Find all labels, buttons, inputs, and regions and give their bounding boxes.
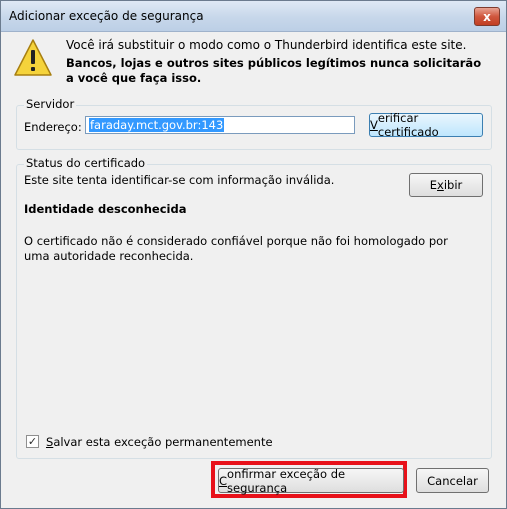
confirm-label-rest: onfirmar exceção de segurança (227, 466, 346, 495)
server-group-label: Servidor (24, 97, 77, 111)
cancel-button[interactable]: Cancelar (416, 468, 489, 493)
view-label-accel: x (437, 178, 444, 192)
certificate-description: O certificado não é considerado confiáve… (24, 234, 448, 263)
view-certificate-button[interactable]: Ex ibir (409, 173, 483, 197)
permanent-label-rest: alvar esta exceção permanentemente (53, 435, 273, 449)
verify-certificate-button[interactable]: Verificar certificado (369, 111, 483, 139)
permanent-exception-label[interactable]: Salvar esta exceção permanentemente (46, 435, 273, 449)
address-value: faraday.mct.gov.br:143 (89, 118, 225, 132)
identity-heading: Identidade desconhecida (24, 202, 187, 216)
close-button[interactable]: x (474, 7, 500, 26)
verify-label-accel: V (370, 118, 378, 132)
dialog-window: Adicionar exceção de segurança x Você ir… (0, 0, 507, 509)
status-group-label: Status do certificado (24, 156, 148, 170)
close-icon: x (483, 9, 491, 24)
warning-message: Você irá substituir o modo como o Thunde… (66, 38, 467, 52)
address-input[interactable]: faraday.mct.gov.br:143 (85, 116, 355, 134)
checkmark-icon: ✓ (27, 435, 38, 448)
status-message: Este site tenta identificar-se com infor… (24, 173, 335, 187)
warning-emphasis: Bancos, lojas e outros sites públicos le… (66, 56, 482, 85)
window-title: Adicionar exceção de segurança (9, 9, 204, 23)
confirm-exception-button[interactable]: Confirmar exceção de segurança (218, 466, 404, 495)
view-label-pre: E (429, 178, 438, 192)
title-bar[interactable]: Adicionar exceção de segurança x (1, 1, 506, 32)
view-label-post: ibir (443, 178, 463, 192)
warning-icon (14, 39, 52, 76)
confirm-label-accel: C (219, 473, 228, 488)
verify-label-post: erificar certificado (377, 111, 439, 139)
permanent-exception-checkbox[interactable]: ✓ (26, 435, 39, 448)
address-label: Endereço: (24, 120, 82, 134)
